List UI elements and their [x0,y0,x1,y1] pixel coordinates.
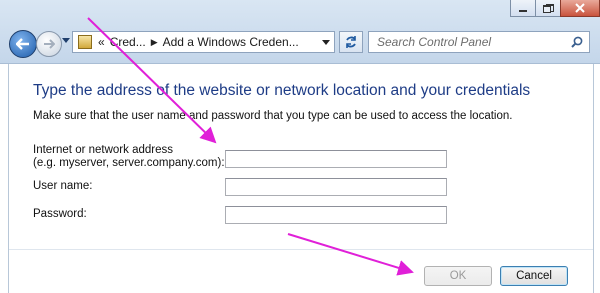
breadcrumb-item-current[interactable]: Add a Windows Creden... [163,35,299,49]
footer-divider [9,249,593,250]
close-icon [575,3,585,13]
password-label: Password: [33,208,87,220]
search-icon[interactable] [571,36,583,48]
control-panel-icon [78,35,92,49]
password-input[interactable] [225,206,447,224]
window-titlebar: « Cred... ▶ Add a Windows Creden... [0,0,600,64]
breadcrumb-separator-icon[interactable]: ▶ [151,37,158,48]
arrow-right-icon [44,39,55,49]
breadcrumb-overflow[interactable]: « [98,35,105,49]
search-box[interactable] [368,31,590,53]
address-label-line2: (e.g. myserver, server.company.com): [33,157,225,169]
ok-button[interactable]: OK [424,266,492,286]
network-address-input[interactable] [225,150,447,168]
restore-button[interactable] [535,0,561,17]
content-panel: Type the address of the website or netwo… [8,64,594,293]
back-button[interactable] [9,30,37,58]
username-input[interactable] [225,178,447,196]
window-controls [510,0,600,18]
refresh-icon [346,36,356,48]
address-dropdown-icon[interactable] [322,39,330,45]
restore-icon [542,3,554,13]
search-input[interactable] [375,34,569,50]
minimize-icon [519,10,527,12]
address-bar[interactable]: « Cred... ▶ Add a Windows Creden... [72,31,335,53]
arrow-left-icon [16,38,29,50]
recent-pages-dropdown[interactable] [62,38,70,43]
page-title: Type the address of the website or netwo… [33,82,531,99]
forward-button[interactable] [36,31,62,57]
breadcrumb-item-credential-manager[interactable]: Cred... [110,35,146,49]
cancel-button[interactable]: Cancel [500,266,568,286]
username-label: User name: [33,180,93,192]
page-description: Make sure that the user name and passwor… [33,110,513,122]
address-label-line1: Internet or network address [33,144,173,156]
minimize-button[interactable] [510,0,536,17]
close-button[interactable] [560,0,600,17]
refresh-button[interactable] [339,31,363,53]
